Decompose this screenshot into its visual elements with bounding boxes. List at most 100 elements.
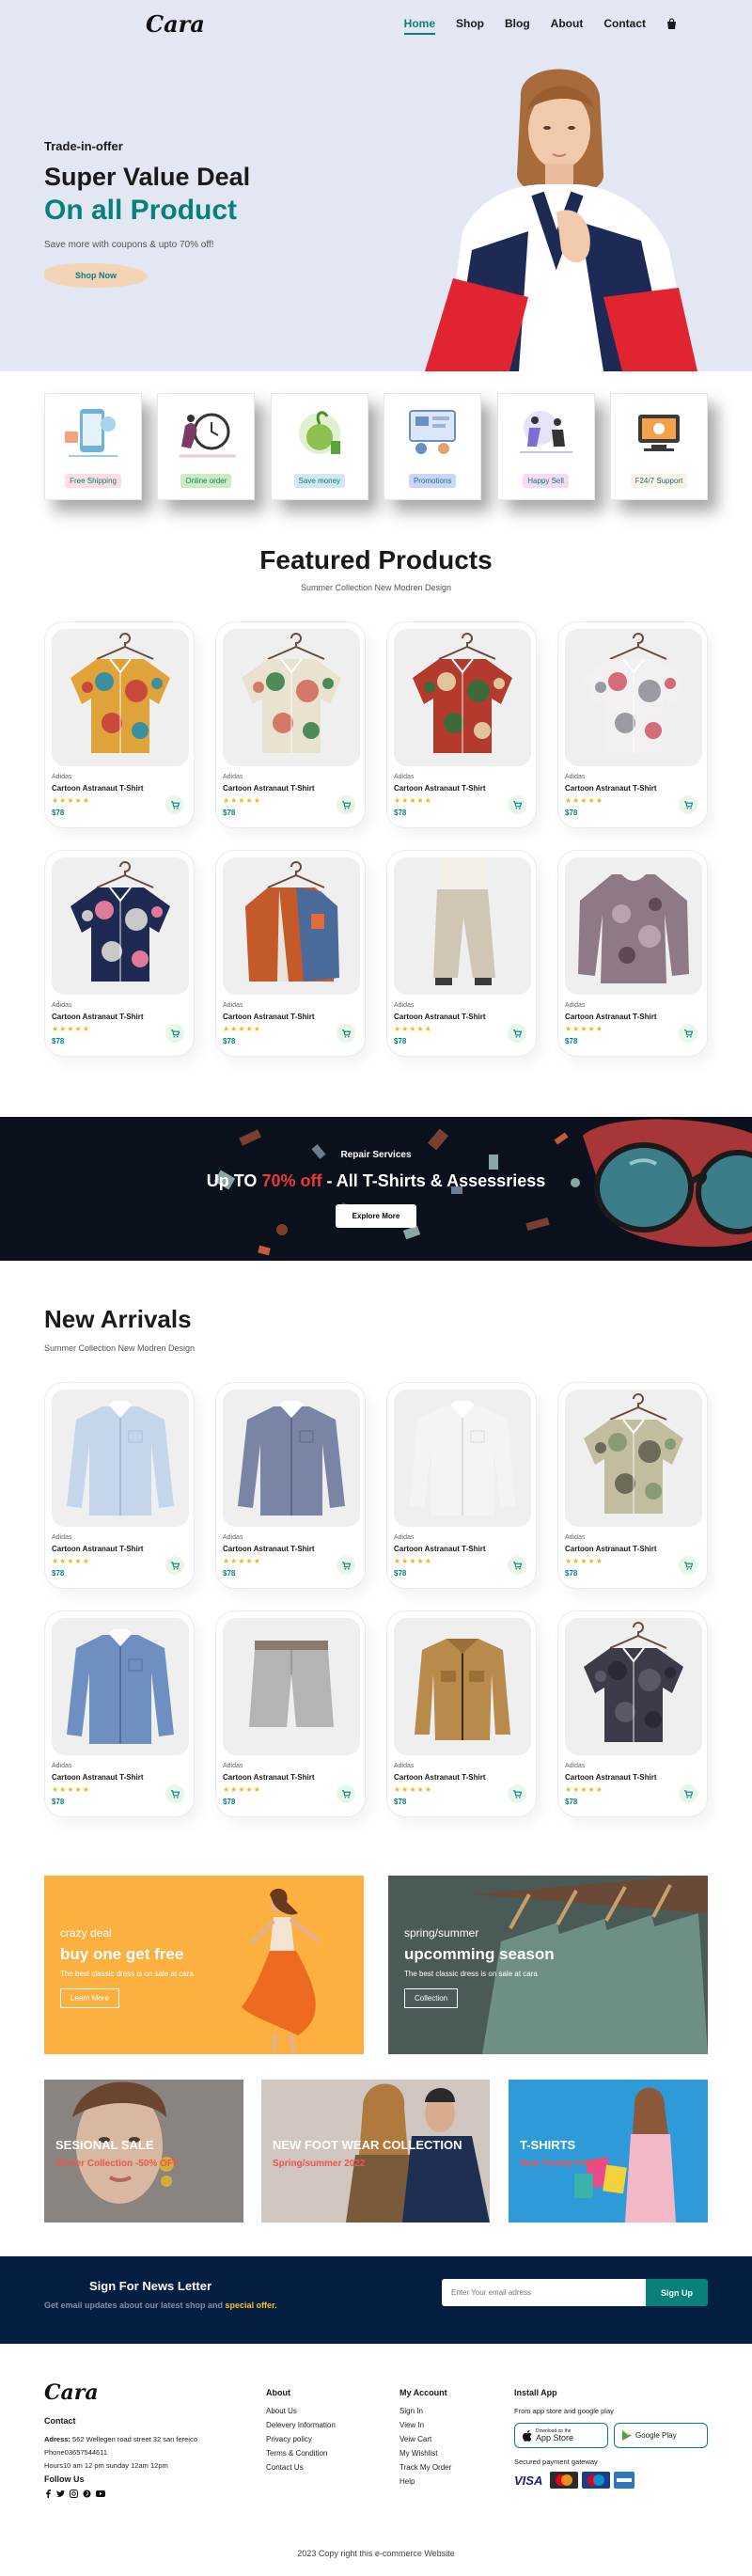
add-to-cart-icon[interactable] xyxy=(337,1784,355,1803)
product-image[interactable] xyxy=(565,1618,702,1755)
twitter-icon[interactable] xyxy=(56,2490,65,2498)
site-footer: Cara Contact Adress: 562 Wellegen road s… xyxy=(0,2350,752,2576)
product-name: Cartoon Astranaut T-Shirt xyxy=(223,784,315,793)
product-image[interactable] xyxy=(565,1390,702,1527)
footer-link-help[interactable]: Help xyxy=(400,2477,451,2486)
add-to-cart-icon[interactable] xyxy=(508,1556,526,1575)
promo-banner-season: spring/summer upcomming season The best … xyxy=(388,1876,708,2054)
product-card[interactable]: Adidas Cartoon Astranaut T-Shirt ★★★★★ $… xyxy=(557,1610,708,1817)
product-card[interactable]: Adidas Cartoon Astranaut T-Shirt ★★★★★ $… xyxy=(215,850,366,1057)
add-to-cart-icon[interactable] xyxy=(165,795,184,814)
product-image[interactable] xyxy=(565,629,702,766)
add-to-cart-icon[interactable] xyxy=(508,1024,526,1043)
product-card[interactable]: Adidas Cartoon Astranaut T-Shirt ★★★★★ $… xyxy=(557,1382,708,1589)
feature-support[interactable]: F24/7 Support xyxy=(609,393,708,500)
product-card[interactable]: Adidas Cartoon Astranaut T-Shirt ★★★★★ $… xyxy=(557,621,708,828)
add-to-cart-icon[interactable] xyxy=(508,795,526,814)
add-to-cart-icon[interactable] xyxy=(337,795,355,814)
feature-online-order[interactable]: Online order xyxy=(157,393,256,500)
footer-link-sign-in[interactable]: Sign In xyxy=(400,2407,451,2415)
product-card[interactable]: Adidas Cartoon Astranaut T-Shirt ★★★★★ $… xyxy=(44,621,195,828)
footer-link-view-in[interactable]: View In xyxy=(400,2421,451,2429)
pinterest-icon[interactable] xyxy=(83,2490,91,2498)
footer-account: My Account Sign In View In Veiw Cart My … xyxy=(400,2388,451,2491)
footer-link-terms[interactable]: Terms & Condition xyxy=(266,2449,336,2458)
feature-tag: F24/7 Support xyxy=(630,474,688,488)
footer-link-track-order[interactable]: Track My Order xyxy=(400,2463,451,2472)
product-card[interactable]: Adidas Cartoon Astranaut T-Shirt ★★★★★ $… xyxy=(386,621,537,828)
shop-now-button[interactable]: Shop Now xyxy=(44,263,148,288)
features-row: Free Shipping Online order Save money Pr… xyxy=(44,393,708,500)
product-image[interactable] xyxy=(52,1390,189,1527)
product-card[interactable]: Adidas Cartoon Astranaut T-Shirt ★★★★★ $… xyxy=(386,1610,537,1817)
add-to-cart-icon[interactable] xyxy=(679,1024,697,1043)
apple-icon xyxy=(523,2429,532,2442)
add-to-cart-icon[interactable] xyxy=(679,795,697,814)
product-image[interactable] xyxy=(565,857,702,995)
app-store-button[interactable]: Download on the App Store xyxy=(514,2423,608,2448)
add-to-cart-icon[interactable] xyxy=(508,1784,526,1803)
shopping-bag-icon[interactable] xyxy=(666,18,677,29)
add-to-cart-icon[interactable] xyxy=(679,1556,697,1575)
newsletter-email-input[interactable] xyxy=(442,2279,646,2306)
explore-more-button[interactable]: Explore More xyxy=(335,1204,417,1228)
youtube-icon[interactable] xyxy=(96,2490,105,2498)
nav-home[interactable]: Home xyxy=(403,17,436,35)
product-image[interactable] xyxy=(394,1618,531,1755)
footer-link-about-us[interactable]: About Us xyxy=(266,2407,336,2415)
product-image[interactable] xyxy=(223,1618,360,1755)
nav-contact[interactable]: Contact xyxy=(603,17,646,30)
product-card[interactable]: Adidas Cartoon Astranaut T-Shirt ★★★★★ $… xyxy=(215,621,366,828)
product-image[interactable] xyxy=(52,857,189,995)
add-to-cart-icon[interactable] xyxy=(165,1556,184,1575)
product-image[interactable] xyxy=(394,629,531,766)
feature-happy-sell[interactable]: Happy Sell xyxy=(496,393,595,500)
product-card[interactable]: Adidas Cartoon Astranaut T-Shirt ★★★★★ $… xyxy=(386,850,537,1057)
product-image[interactable] xyxy=(394,857,531,995)
feature-free-shipping[interactable]: Free Shipping xyxy=(44,393,142,500)
footer-link-contact[interactable]: Contact Us xyxy=(266,2463,336,2472)
visa-icon: VISA xyxy=(514,2474,542,2487)
logo[interactable]: Cara xyxy=(146,10,205,38)
nav-blog[interactable]: Blog xyxy=(505,17,530,30)
facebook-icon[interactable] xyxy=(44,2490,52,2498)
product-card[interactable]: Adidas Cartoon Astranaut T-Shirt ★★★★★ $… xyxy=(44,1382,195,1589)
product-card[interactable]: Adidas Cartoon Astranaut T-Shirt ★★★★★ $… xyxy=(44,850,195,1057)
product-brand: Adidas xyxy=(394,1763,415,1769)
address-value: 562 Wellegen road street 32 san fereico xyxy=(72,2435,197,2443)
footer-link-privacy[interactable]: Privacy policy xyxy=(266,2435,336,2443)
arrivals-product-grid: Adidas Cartoon Astranaut T-Shirt ★★★★★ $… xyxy=(44,1382,708,1817)
product-image[interactable] xyxy=(52,1618,189,1755)
add-to-cart-icon[interactable] xyxy=(679,1784,697,1803)
footer-logo[interactable]: Cara xyxy=(44,2380,251,2405)
feature-save-money[interactable]: Save money xyxy=(270,393,368,500)
product-card[interactable]: Adidas Cartoon Astranaut T-Shirt ★★★★★ $… xyxy=(44,1610,195,1817)
product-card[interactable]: Adidas Cartoon Astranaut T-Shirt ★★★★★ $… xyxy=(386,1382,537,1589)
product-image[interactable] xyxy=(223,1390,360,1527)
footer-link-view-cart[interactable]: Veiw Cart xyxy=(400,2435,451,2443)
add-to-cart-icon[interactable] xyxy=(165,1024,184,1043)
add-to-cart-icon[interactable] xyxy=(165,1784,184,1803)
add-to-cart-icon[interactable] xyxy=(337,1556,355,1575)
product-card[interactable]: Adidas Cartoon Astranaut T-Shirt ★★★★★ $… xyxy=(557,850,708,1057)
nav-about[interactable]: About xyxy=(551,17,584,30)
footer-hours: Hours10 am 12 pm sunday 12am 12pm xyxy=(44,2461,168,2470)
collection-button[interactable]: Collection xyxy=(404,1988,459,2008)
nav-shop[interactable]: Shop xyxy=(456,17,484,30)
product-card[interactable]: Adidas Cartoon Astranaut T-Shirt ★★★★★ $… xyxy=(215,1382,366,1589)
add-to-cart-icon[interactable] xyxy=(337,1024,355,1043)
product-image[interactable] xyxy=(394,1390,531,1527)
footer-link-wishlist[interactable]: My Wishlist xyxy=(400,2449,451,2458)
address-label: Adress: xyxy=(44,2435,70,2443)
google-play-button[interactable]: Google Play xyxy=(614,2423,708,2448)
product-image[interactable] xyxy=(223,857,360,995)
product-image[interactable] xyxy=(223,629,360,766)
product-card[interactable]: Adidas Cartoon Astranaut T-Shirt ★★★★★ $… xyxy=(215,1610,366,1817)
footer-link-delivery[interactable]: Delevery Information xyxy=(266,2421,336,2429)
instagram-icon[interactable] xyxy=(70,2490,78,2498)
feature-promotions[interactable]: Promotions xyxy=(384,393,482,500)
arrivals-subtitle: Summer Collection New Modren Design xyxy=(44,1343,196,1353)
learn-more-button[interactable]: Learn More xyxy=(60,1988,119,2008)
product-image[interactable] xyxy=(52,629,189,766)
sign-up-button[interactable]: Sign Up xyxy=(646,2279,708,2306)
